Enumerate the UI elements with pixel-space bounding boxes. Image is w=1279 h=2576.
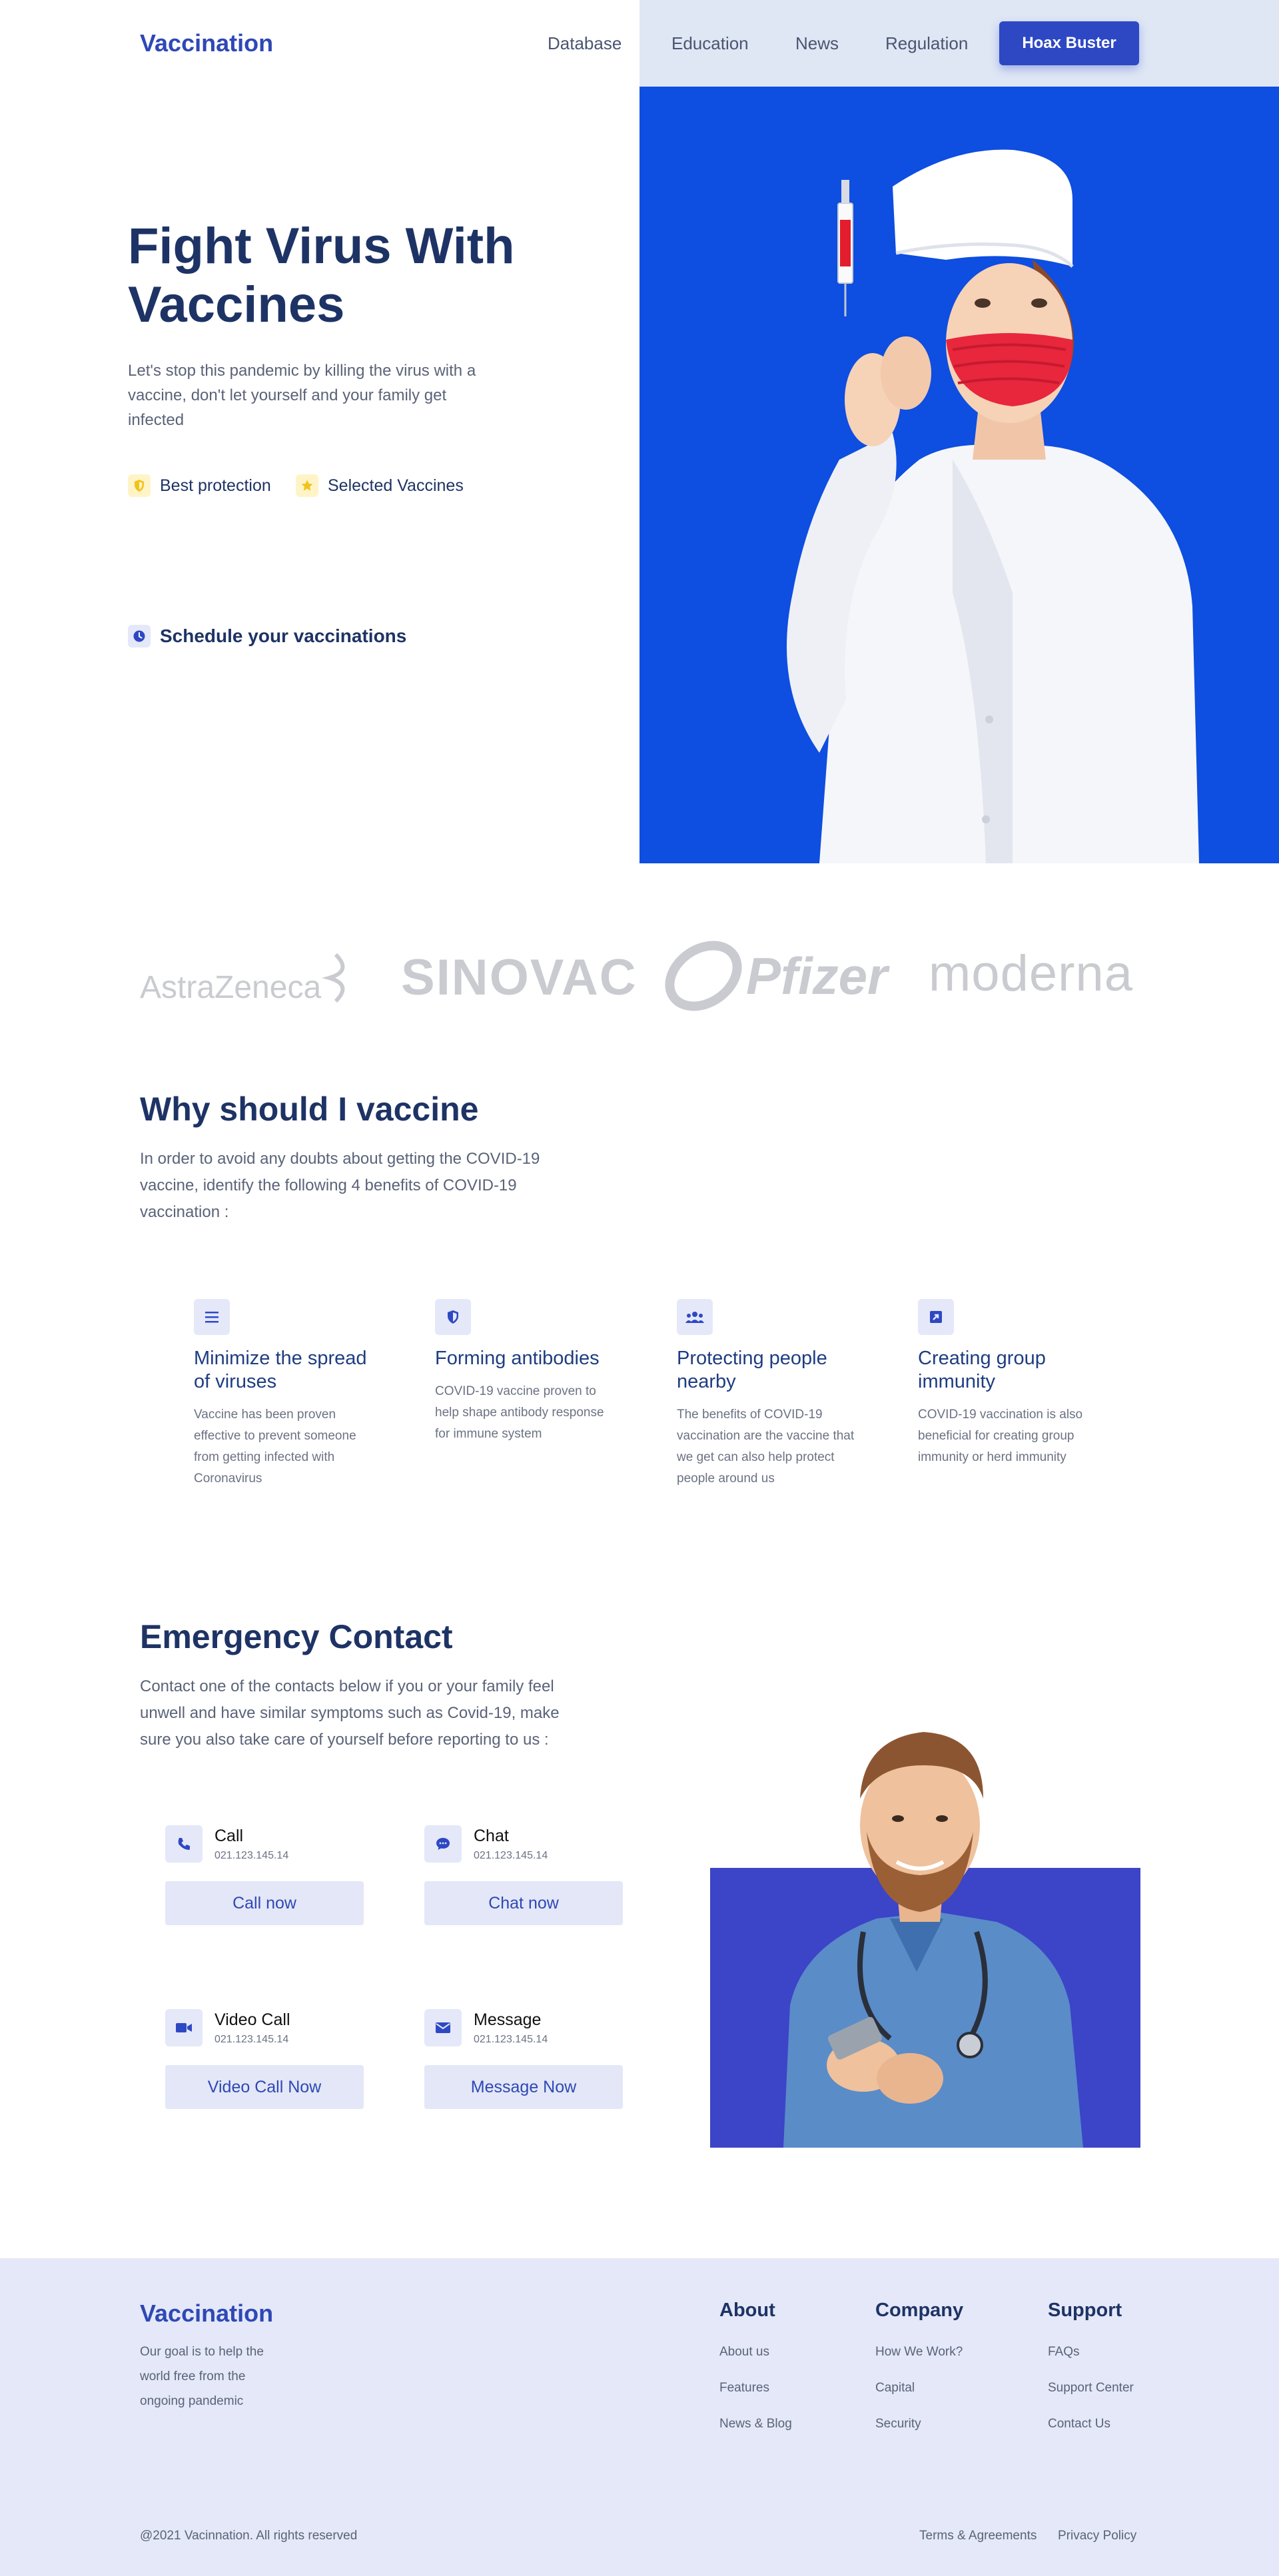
- doctor-image: [710, 1692, 1140, 2148]
- footer-link-support-center[interactable]: Support Center: [1048, 2381, 1134, 2395]
- contact-chat: Chat 021.123.145.14 Chat now: [424, 1825, 624, 1925]
- footer-link-security[interactable]: Security: [875, 2417, 921, 2431]
- benefit-card: Minimize the spread of viruses Vaccine h…: [194, 1299, 374, 1490]
- why-title: Why should I vaccine: [140, 1090, 479, 1128]
- hero-nurse-image: [640, 87, 1279, 863]
- footer-link-features[interactable]: Features: [719, 2381, 769, 2395]
- people-icon: [677, 1299, 713, 1335]
- feature-label: Best protection: [160, 476, 271, 495]
- copyright: @2021 Vacinnation. All rights reserved: [140, 2529, 358, 2543]
- feature-selected-vaccines: Selected Vaccines: [296, 474, 464, 497]
- benefit-title: Creating group immunity: [918, 1348, 1046, 1392]
- footer-link-faqs[interactable]: FAQs: [1048, 2345, 1080, 2360]
- nav-regulation[interactable]: Regulation: [885, 33, 968, 54]
- feature-label: Selected Vaccines: [328, 476, 464, 495]
- footer-link-contact-us[interactable]: Contact Us: [1048, 2417, 1110, 2431]
- contact-call: Call 021.123.145.14 Call now: [165, 1825, 365, 1925]
- pfizer-pill-icon: [663, 933, 743, 1023]
- why-description: In order to avoid any doubts about getti…: [140, 1150, 540, 1221]
- contact-name: Chat: [474, 1827, 509, 1845]
- feature-best-protection: Best protection: [128, 474, 271, 497]
- contact-number: 021.123.145.14: [474, 1850, 548, 1861]
- footer-logo[interactable]: Vaccination: [140, 2300, 273, 2328]
- contact-number: 021.123.145.14: [474, 2034, 548, 2045]
- contact-name: Video Call: [214, 2010, 290, 2029]
- brand-pfizer: Pfizer: [746, 947, 888, 1005]
- benefit-card: Forming antibodies COVID-19 vaccine prov…: [435, 1299, 615, 1445]
- mail-icon: [424, 2009, 462, 2046]
- footer-heading-about: About: [719, 2300, 775, 2321]
- video-call-now-button[interactable]: Video Call Now: [165, 2065, 364, 2109]
- schedule-link[interactable]: Schedule your vaccinations: [128, 625, 406, 647]
- star-icon: [296, 474, 318, 497]
- benefit-card: Protecting people nearby The benefits of…: [677, 1299, 857, 1490]
- call-now-button[interactable]: Call now: [165, 1881, 364, 1925]
- benefit-description: Vaccine has been proven effective to pre…: [194, 1408, 356, 1486]
- schedule-label: Schedule your vaccinations: [160, 626, 407, 646]
- contact-message: Message 021.123.145.14 Message Now: [424, 2009, 624, 2109]
- contact-number: 021.123.145.14: [214, 2034, 289, 2045]
- benefit-description: COVID-19 vaccination is also beneficial …: [918, 1408, 1083, 1464]
- benefit-description: The benefits of COVID-19 vaccination are…: [677, 1408, 855, 1486]
- benefit-title: Minimize the spread of viruses: [194, 1348, 367, 1392]
- benefit-description: COVID-19 vaccine proven to help shape an…: [435, 1384, 604, 1441]
- footer-link-news-blog[interactable]: News & Blog: [719, 2417, 792, 2431]
- phone-icon: [165, 1825, 203, 1863]
- video-icon: [165, 2009, 203, 2046]
- clock-icon: [128, 625, 151, 647]
- list-icon: [194, 1299, 230, 1335]
- contact-video-call: Video Call 021.123.145.14 Video Call Now: [165, 2009, 365, 2109]
- nav-news[interactable]: News: [795, 33, 839, 54]
- astrazeneca-swirl-icon: [316, 951, 356, 1008]
- chat-now-button[interactable]: Chat now: [424, 1881, 623, 1925]
- footer-link-capital[interactable]: Capital: [875, 2381, 915, 2395]
- footer-heading-company: Company: [875, 2300, 964, 2321]
- shield-icon: [128, 474, 151, 497]
- footer-link-privacy[interactable]: Privacy Policy: [1058, 2529, 1136, 2543]
- logo[interactable]: Vaccination: [140, 29, 273, 57]
- benefit-title: Protecting people nearby: [677, 1348, 827, 1392]
- chat-icon: [424, 1825, 462, 1863]
- hero-description: Let's stop this pandemic by killing the …: [128, 362, 476, 429]
- contact-name: Call: [214, 1827, 244, 1845]
- hoax-buster-button[interactable]: Hoax Buster: [999, 21, 1139, 65]
- contact-name: Message: [474, 2010, 542, 2029]
- emergency-title: Emergency Contact: [140, 1618, 453, 1655]
- hero-title: Fight Virus With Vaccines: [128, 218, 515, 333]
- brand-astrazeneca: AstraZeneca: [140, 970, 322, 1005]
- footer-link-about-us[interactable]: About us: [719, 2345, 769, 2360]
- message-now-button[interactable]: Message Now: [424, 2065, 623, 2109]
- footer-heading-support: Support: [1048, 2300, 1122, 2321]
- footer-link-terms[interactable]: Terms & Agreements: [919, 2529, 1037, 2543]
- footer-description: Our goal is to help the world free from …: [140, 2345, 264, 2408]
- nav-database[interactable]: Database: [548, 33, 622, 54]
- nav-education[interactable]: Education: [671, 33, 749, 54]
- benefit-title: Forming antibodies: [435, 1348, 600, 1369]
- benefit-card: Creating group immunity COVID-19 vaccina…: [918, 1299, 1098, 1468]
- share-icon: [918, 1299, 954, 1335]
- shield-icon: [435, 1299, 471, 1335]
- brand-sinovac: SINOVAC: [401, 949, 638, 1006]
- emergency-description: Contact one of the contacts below if you…: [140, 1677, 560, 1749]
- brand-moderna: moderna: [929, 945, 1133, 1002]
- contact-number: 021.123.145.14: [214, 1850, 289, 1861]
- footer-link-how-we-work[interactable]: How We Work?: [875, 2345, 963, 2360]
